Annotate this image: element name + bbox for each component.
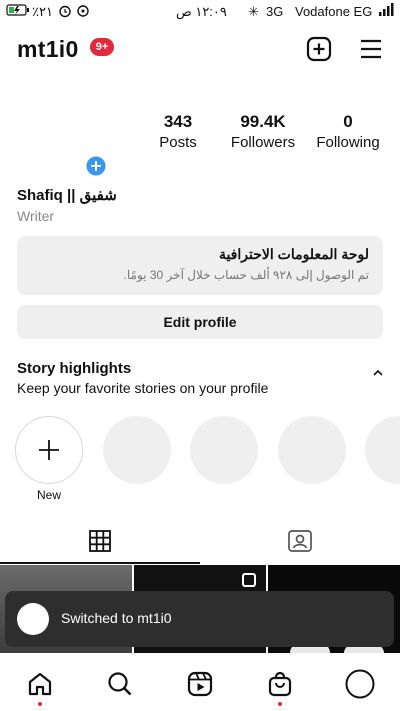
professional-dashboard[interactable]: لوحة المعلومات الاحترافية تم الوصول إلى … <box>17 236 383 295</box>
bottom-navigation <box>0 660 400 711</box>
new-highlight-label: New <box>36 488 61 502</box>
profile-name: Shafiq || شفيق <box>17 187 117 204</box>
tab-posts-grid[interactable] <box>0 520 200 564</box>
battery-percent: ٪٢١ <box>32 4 53 19</box>
toast-text: Switched to mt1i0 <box>61 610 172 626</box>
grid-icon <box>89 530 111 552</box>
home-icon[interactable] <box>26 670 54 698</box>
profile-bio: Writer <box>17 208 55 224</box>
network-type: 3G <box>266 4 284 19</box>
reels-icon[interactable] <box>186 670 214 698</box>
signal-icon <box>378 3 394 20</box>
shop-notification-dot <box>278 702 282 706</box>
status-bar: ٪٢١ ١٢:٠٩ ص ✳ 3G Vodafone EG <box>0 0 400 24</box>
highlight-placeholder <box>190 416 258 484</box>
profile-avatar-icon[interactable] <box>345 669 375 699</box>
plus-icon <box>39 440 59 460</box>
account-switched-toast: Switched to mt1i0 <box>5 591 394 647</box>
battery-icon <box>6 4 30 19</box>
edit-profile-button[interactable]: Edit profile <box>17 305 383 339</box>
highlight-placeholder <box>365 416 400 484</box>
carrier-name: Vodafone EG <box>295 4 373 19</box>
toast-avatar <box>17 603 49 635</box>
loading-icon: ✳ <box>248 4 259 19</box>
collapse-chevron-up-icon[interactable] <box>371 366 385 380</box>
shop-icon[interactable] <box>266 670 294 698</box>
search-icon[interactable] <box>106 670 134 698</box>
multi-post-icon <box>242 573 256 587</box>
highlight-placeholder <box>278 416 346 484</box>
posts-count: 343 <box>163 112 193 131</box>
account-switcher-username[interactable]: mt1i0 <box>17 36 79 63</box>
sync-icon <box>76 4 90 21</box>
dashboard-subtitle: تم الوصول إلى ٩٢٨ ألف حساب خلال آخر 30 ي… <box>123 268 369 282</box>
highlights-title: Story highlights <box>17 360 132 377</box>
followers-label: Followers <box>230 134 296 151</box>
clock: ١٢:٠٩ ص <box>176 4 227 19</box>
menu-hamburger-icon[interactable] <box>359 37 383 61</box>
active-tab-indicator <box>0 562 200 564</box>
alarm-icon <box>58 4 72 21</box>
followers-count: 99.4K <box>240 112 286 131</box>
posts-stat[interactable]: 343 Posts <box>138 112 218 151</box>
new-highlight-button[interactable] <box>15 416 83 484</box>
following-stat[interactable]: 0 Following <box>308 112 388 151</box>
followers-stat[interactable]: 99.4K Followers <box>223 112 303 151</box>
following-label: Following <box>316 134 380 151</box>
following-count: 0 <box>343 112 353 131</box>
highlights-subtitle: Keep your favorite stories on your profi… <box>17 380 269 396</box>
create-plus-square-icon[interactable] <box>306 36 332 62</box>
notification-badge: 9+ <box>90 38 114 56</box>
highlight-placeholder <box>103 416 171 484</box>
profile-tabs <box>0 520 400 564</box>
posts-label: Posts <box>159 134 197 151</box>
home-notification-dot <box>38 702 42 706</box>
tab-tagged[interactable] <box>200 520 400 564</box>
dashboard-title: لوحة المعلومات الاحترافية <box>218 246 369 262</box>
tagged-icon <box>288 530 312 552</box>
add-story-button[interactable] <box>84 154 108 178</box>
